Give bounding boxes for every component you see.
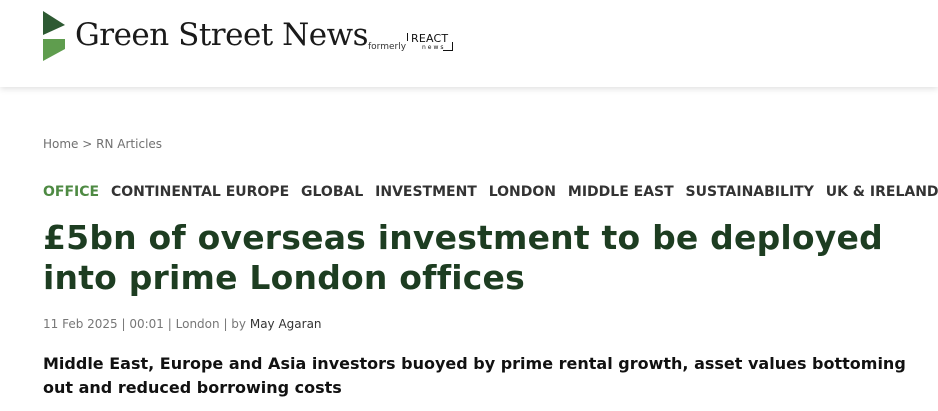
tag-sustainability[interactable]: SUSTAINABILITY xyxy=(686,184,814,200)
tag-london[interactable]: LONDON xyxy=(489,184,556,200)
article-by-label: by xyxy=(231,317,247,331)
article-tags: OFFICE CONTINENTAL EUROPE GLOBAL INVESTM… xyxy=(43,184,938,200)
react-news-logo: REACT news xyxy=(407,32,455,54)
article-time: 00:01 xyxy=(129,317,164,331)
react-logo-rule xyxy=(452,42,453,51)
tag-uk-ireland[interactable]: UK & IRELAND xyxy=(826,184,938,200)
tag-middle-east[interactable]: MIDDLE EAST xyxy=(568,184,674,200)
breadcrumb: Home > RN Articles xyxy=(43,137,162,151)
react-logo-rule xyxy=(407,33,408,41)
article-author-link[interactable]: May Agaran xyxy=(250,317,322,331)
article-standfirst: Middle East, Europe and Asia investors b… xyxy=(43,354,906,397)
tag-global[interactable]: GLOBAL xyxy=(301,184,363,200)
breadcrumb-section-link[interactable]: RN Articles xyxy=(96,137,162,151)
site-header: Green Street News formerly REACT news xyxy=(0,0,938,87)
article-meta: 11 Feb 2025 | 00:01 | London | by May Ag… xyxy=(43,317,322,331)
tag-office[interactable]: OFFICE xyxy=(43,184,99,200)
tag-investment[interactable]: INVESTMENT xyxy=(375,184,477,200)
formerly-label: formerly xyxy=(368,42,407,52)
green-street-logo-icon[interactable] xyxy=(43,11,67,61)
article-title: £5bn of overseas investment to be deploy… xyxy=(43,218,883,297)
tag-continental-europe[interactable]: CONTINENTAL EUROPE xyxy=(111,184,289,200)
article-location: London xyxy=(175,317,220,331)
breadcrumb-separator: > xyxy=(82,137,93,151)
react-logo-subword: news xyxy=(422,44,446,51)
breadcrumb-home-link[interactable]: Home xyxy=(43,137,78,151)
article-date: 11 Feb 2025 xyxy=(43,317,118,331)
brand-name[interactable]: Green Street News xyxy=(75,17,369,53)
